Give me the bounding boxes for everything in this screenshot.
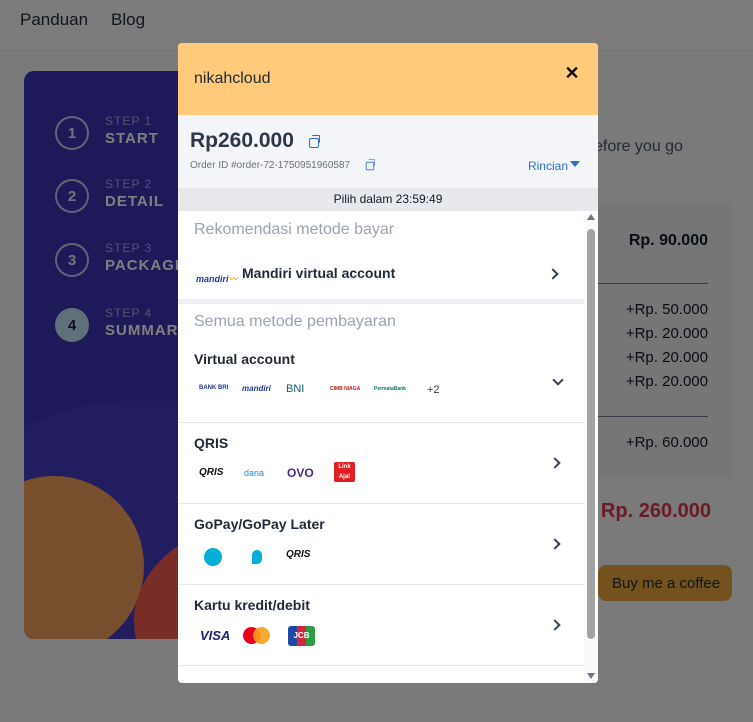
scrollbar-thumb[interactable] (587, 229, 595, 639)
modal-header: nikahcloud ✕ (178, 43, 598, 115)
chevron-down-icon (552, 374, 564, 386)
cimb-logo-icon: CIMB NIAGA (330, 386, 361, 392)
scroll-down-arrow-icon[interactable] (587, 673, 595, 679)
payment-amount: Rp260.000 (190, 129, 294, 152)
payment-methods-list[interactable]: Rekomendasi metode bayar mandiri〰 Mandir… (178, 211, 598, 683)
bni-logo-icon: BNI (286, 383, 305, 395)
method-gopay[interactable]: GoPay/GoPay Later QRIS (178, 504, 584, 585)
dana-logo-icon: dana (244, 468, 265, 478)
mandiri-logo-icon: mandiri〰 (196, 274, 238, 284)
details-link[interactable]: Rincian (528, 159, 568, 173)
more-banks-count: +2 (427, 384, 440, 396)
qris-logo-icon: QRIS (199, 467, 224, 478)
qris-logo-icon: QRIS (286, 549, 311, 560)
method-virtual-account[interactable]: Virtual account BANK BRI mandiri BNI CIM… (178, 339, 584, 423)
mandiri-logo-icon: mandiri (242, 384, 271, 393)
method-label: GoPay/GoPay Later (194, 516, 325, 532)
linkaja-logo-icon: Link Aja! (334, 462, 355, 482)
bri-logo-icon: BANK BRI (199, 385, 229, 391)
scroll-up-arrow-icon[interactable] (587, 214, 595, 220)
chevron-right-icon (547, 268, 559, 280)
copy-order-id-icon[interactable] (365, 159, 376, 171)
method-credit-card[interactable]: Kartu kredit/debit VISA JCB (178, 585, 584, 666)
all-methods-section-title: Semua metode pembayaran (194, 313, 396, 330)
gopay-logo-icon (204, 548, 222, 566)
chevron-right-icon (549, 538, 561, 550)
jcb-logo-icon: JCB (288, 626, 315, 646)
close-icon[interactable]: ✕ (560, 61, 584, 85)
gopaylater-logo-icon (252, 550, 262, 564)
method-label: Mandiri virtual account (242, 265, 396, 281)
copy-amount-icon[interactable] (309, 135, 320, 148)
method-qris[interactable]: QRIS QRIS dana OVO Link Aja! (178, 423, 584, 504)
permata-logo-icon: PermataBank (374, 386, 406, 392)
method-label: QRIS (194, 435, 229, 451)
chevron-down-icon[interactable] (570, 161, 580, 167)
scrollbar[interactable] (584, 211, 598, 683)
amount-panel: Rp260.000 Order ID #order-72-17509519605… (178, 115, 598, 188)
ovo-logo-icon: OVO (287, 466, 314, 480)
chevron-right-icon (549, 457, 561, 469)
payment-timer: Pilih dalam 23:59:49 (178, 188, 598, 211)
recommended-section-title: Rekomendasi metode bayar (194, 221, 395, 238)
merchant-name: nikahcloud (194, 70, 271, 87)
mastercard-logo-icon (243, 627, 270, 644)
chevron-right-icon (549, 619, 561, 631)
method-label: Virtual account (194, 351, 295, 367)
order-id: Order ID #order-72-1750951960587 (190, 160, 351, 171)
method-label: Kartu kredit/debit (194, 597, 310, 613)
section-divider (178, 299, 584, 304)
recommended-mandiri-va[interactable]: mandiri〰 Mandiri virtual account (178, 256, 584, 302)
visa-logo-icon: VISA (200, 628, 231, 643)
payment-modal: nikahcloud ✕ Rp260.000 Order ID #order-7… (178, 43, 598, 683)
